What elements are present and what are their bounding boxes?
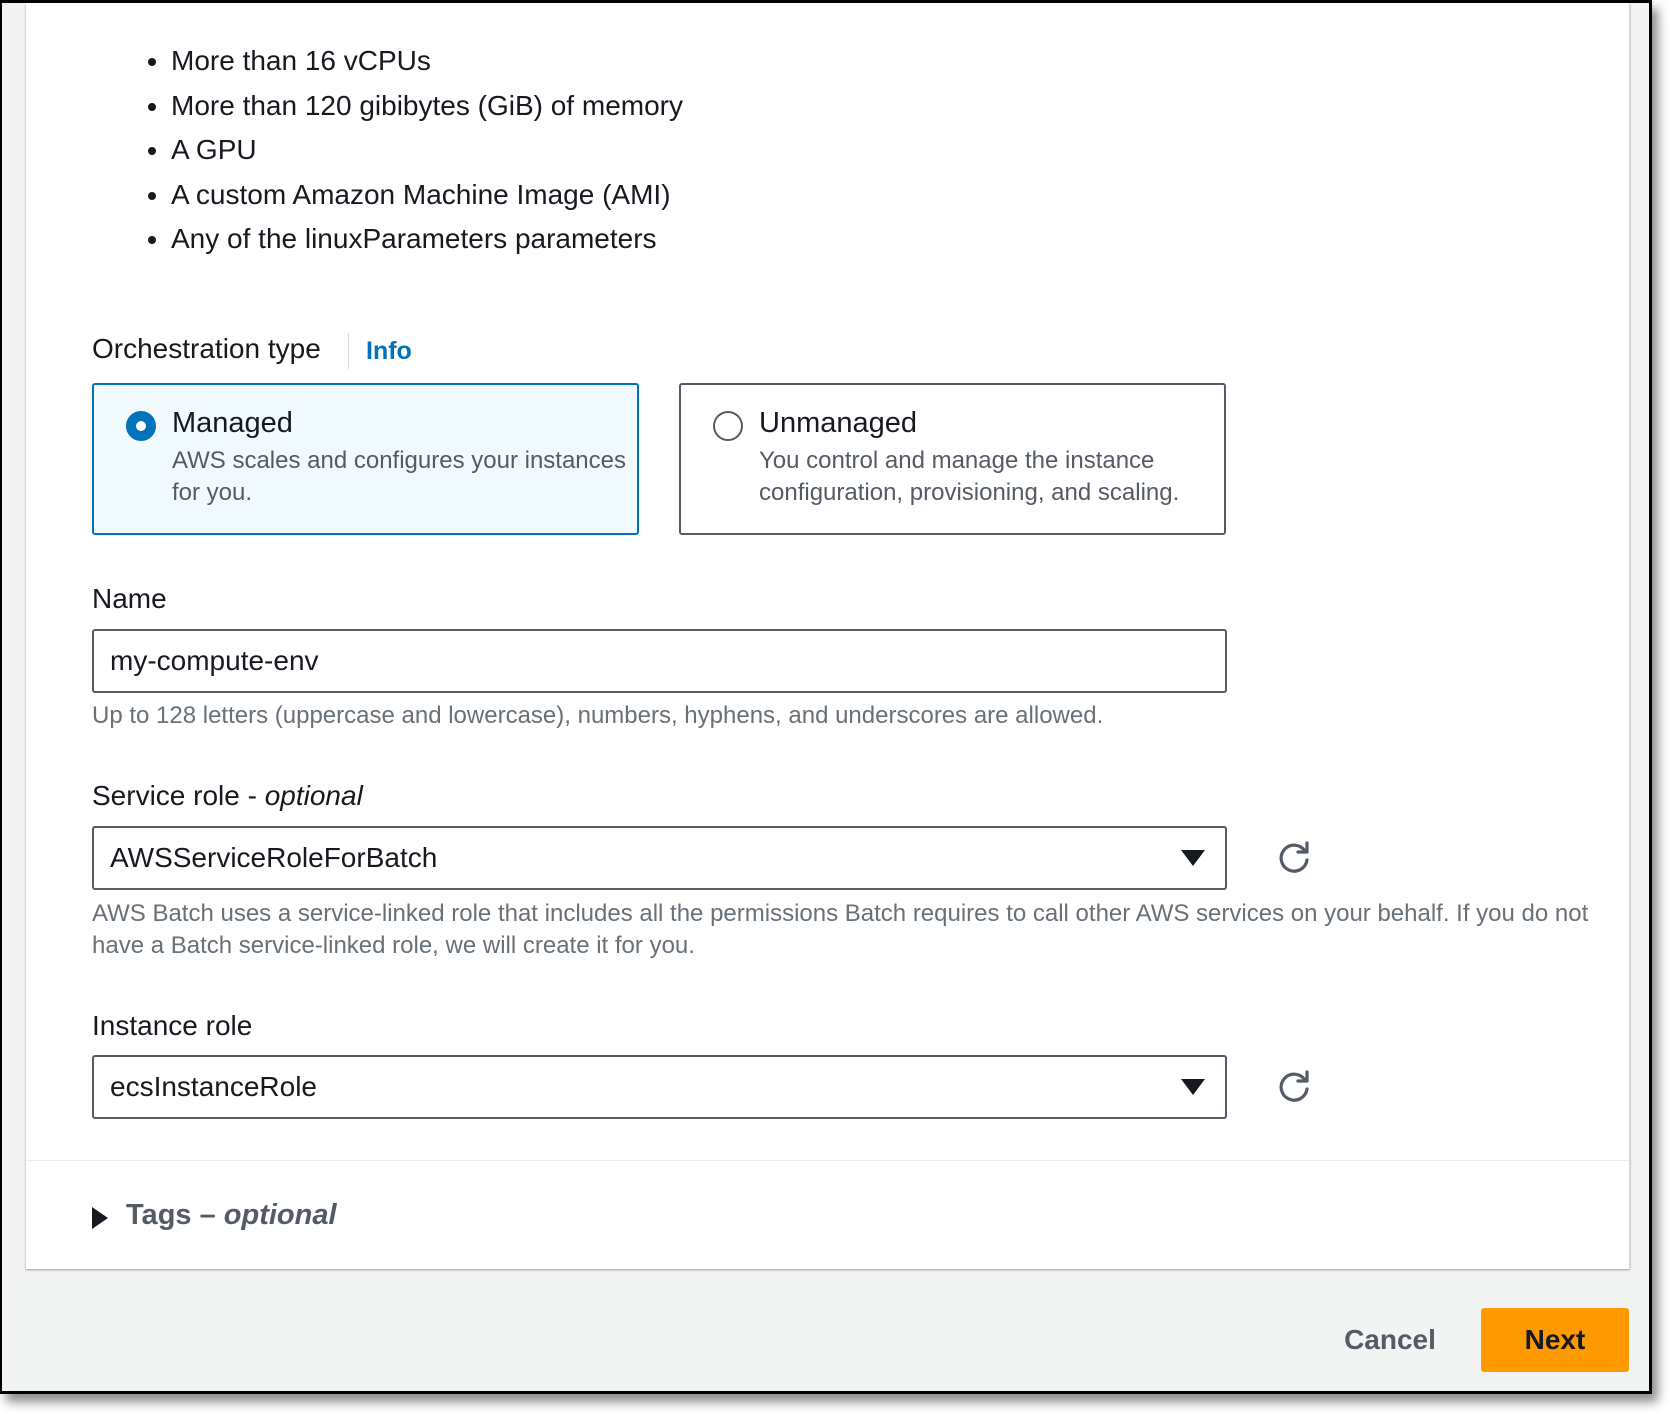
tags-expander[interactable]: Tags – optional — [92, 1199, 337, 1232]
unmanaged-option-tile[interactable]: Unmanaged You control and manage the ins… — [679, 383, 1226, 535]
requirement-item: More than 16 vCPUs — [171, 39, 683, 84]
caret-down-icon — [1181, 850, 1205, 866]
service-role-optional-text: optional — [264, 780, 363, 811]
orchestration-type-label: Orchestration type — [92, 333, 321, 364]
tags-optional-text: optional — [223, 1199, 337, 1231]
name-hint: Up to 128 letters (uppercase and lowerca… — [92, 702, 1104, 729]
unmanaged-option-description: You control and manage the instance conf… — [759, 447, 1180, 506]
caret-right-icon — [92, 1206, 108, 1229]
name-input[interactable]: my-compute-env — [92, 629, 1227, 693]
tags-label: Tags – optional — [126, 1199, 337, 1231]
screenshot-frame: More than 16 vCPUs More than 120 gibibyt… — [0, 0, 1652, 1394]
name-label: Name — [92, 583, 167, 614]
instance-role-label: Instance role — [92, 1010, 253, 1041]
next-button[interactable]: Next — [1481, 1308, 1629, 1372]
section-divider — [26, 1160, 1629, 1161]
managed-option-tile[interactable]: Managed AWS scales and configures your i… — [92, 383, 639, 535]
unmanaged-radio[interactable] — [713, 411, 743, 441]
requirement-item: More than 120 gibibytes (GiB) of memory — [171, 84, 683, 129]
service-role-label-text: Service role - — [92, 780, 265, 811]
instance-role-select[interactable]: ecsInstanceRole — [92, 1055, 1227, 1119]
service-role-select[interactable]: AWSServiceRoleForBatch — [92, 826, 1227, 890]
form-panel: More than 16 vCPUs More than 120 gibibyt… — [26, 3, 1630, 1269]
caret-down-icon — [1181, 1079, 1205, 1095]
service-role-hint: AWS Batch uses a service-linked role tha… — [92, 900, 1589, 959]
service-role-label: Service role - optional — [92, 780, 363, 812]
cancel-button[interactable]: Cancel — [1320, 1309, 1460, 1371]
tags-label-text: Tags – — [126, 1199, 224, 1231]
managed-option-description: AWS scales and configures your instances… — [172, 447, 626, 506]
requirement-item: A GPU — [171, 128, 683, 173]
requirement-item: A custom Amazon Machine Image (AMI) — [171, 173, 683, 218]
refresh-icon[interactable] — [1274, 1067, 1314, 1107]
refresh-icon[interactable] — [1274, 838, 1314, 878]
requirement-item: Any of the linuxParameters parameters — [171, 217, 683, 262]
info-divider — [348, 333, 349, 369]
service-role-value: AWSServiceRoleForBatch — [110, 842, 438, 873]
requirements-list: More than 16 vCPUs More than 120 gibibyt… — [116, 39, 683, 262]
instance-role-value: ecsInstanceRole — [110, 1071, 318, 1102]
info-link[interactable]: Info — [366, 337, 412, 366]
managed-radio[interactable] — [126, 411, 156, 441]
managed-option-title: Managed — [172, 407, 293, 439]
unmanaged-option-title: Unmanaged — [759, 407, 917, 439]
